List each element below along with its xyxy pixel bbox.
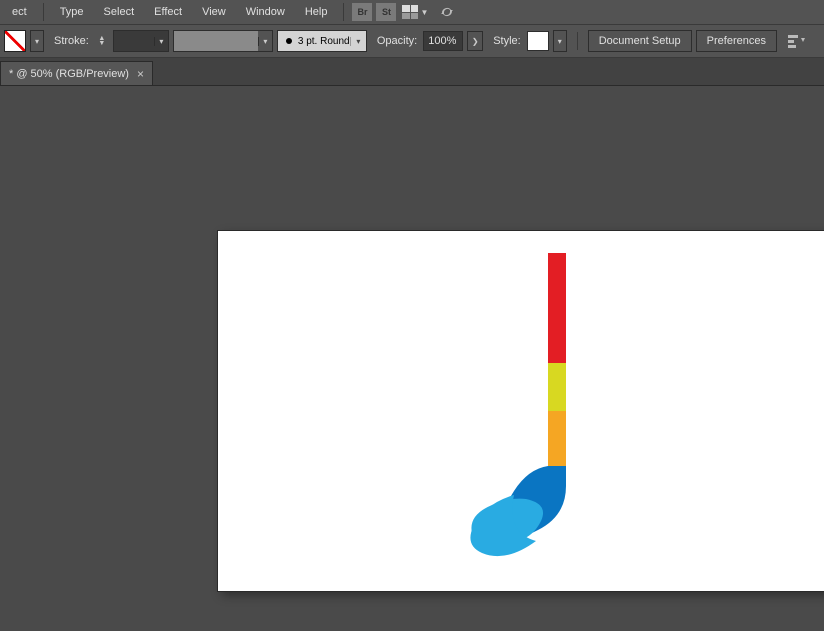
style-dropdown[interactable]: ▾ (553, 30, 567, 52)
opacity-field[interactable]: 100% (423, 31, 463, 51)
chevron-down-icon: ▾ (154, 37, 168, 46)
brush-label: 3 pt. Round (298, 36, 350, 47)
document-tab[interactable]: * @ 50% (RGB/Preview) × (0, 61, 153, 85)
menu-item-window[interactable]: Window (236, 2, 295, 22)
close-tab-icon[interactable]: × (137, 67, 144, 81)
hockey-stick-artwork (218, 231, 824, 591)
document-tab-bar: * @ 50% (RGB/Preview) × (0, 58, 824, 86)
stroke-label: Stroke: (54, 35, 89, 47)
arrange-documents-icon[interactable]: ▼ (402, 5, 428, 19)
menu-bar: ect Type Select Effect View Window Help … (0, 0, 824, 24)
brush-dot-icon (286, 38, 292, 44)
sync-settings-icon[interactable] (438, 5, 456, 19)
options-separator (577, 32, 578, 50)
stroke-weight-stepper[interactable]: ▲▼ (95, 30, 109, 52)
menu-item-type[interactable]: Type (50, 2, 94, 22)
workspace[interactable] (0, 86, 824, 631)
options-bar: ▾ Stroke: ▲▼ ▾ ▾ 3 pt. Round ▾ Opacity: … (0, 24, 824, 58)
bridge-icon[interactable]: Br (352, 3, 372, 21)
chevron-down-icon: ▾ (350, 37, 366, 46)
preferences-button[interactable]: Preferences (696, 30, 777, 52)
menu-item-ect[interactable]: ect (2, 2, 37, 22)
menu-item-select[interactable]: Select (94, 2, 145, 22)
graphic-style-swatch[interactable] (527, 31, 549, 51)
align-flyout-icon[interactable] (787, 33, 807, 49)
menu-item-effect[interactable]: Effect (144, 2, 192, 22)
stock-icon[interactable]: St (376, 3, 396, 21)
menu-separator (43, 3, 44, 21)
opacity-label: Opacity: (377, 35, 417, 47)
brush-definition-combo[interactable]: 3 pt. Round ▾ (277, 30, 367, 52)
document-setup-button[interactable]: Document Setup (588, 30, 692, 52)
menu-separator (343, 3, 344, 21)
fill-dropdown[interactable]: ▾ (30, 30, 44, 52)
stroke-weight-combo[interactable]: ▾ (113, 30, 169, 52)
artboard[interactable] (218, 231, 824, 591)
menu-item-help[interactable]: Help (295, 2, 338, 22)
chevron-down-icon: ▼ (420, 8, 428, 17)
style-label: Style: (493, 35, 521, 47)
variable-width-profile[interactable]: ▾ (173, 30, 273, 52)
menu-item-view[interactable]: View (192, 2, 236, 22)
fill-swatch-none[interactable] (4, 30, 26, 52)
document-tab-title: * @ 50% (RGB/Preview) (9, 68, 129, 80)
chevron-down-icon: ▾ (258, 37, 272, 46)
opacity-dropdown[interactable]: ❯ (467, 31, 483, 51)
